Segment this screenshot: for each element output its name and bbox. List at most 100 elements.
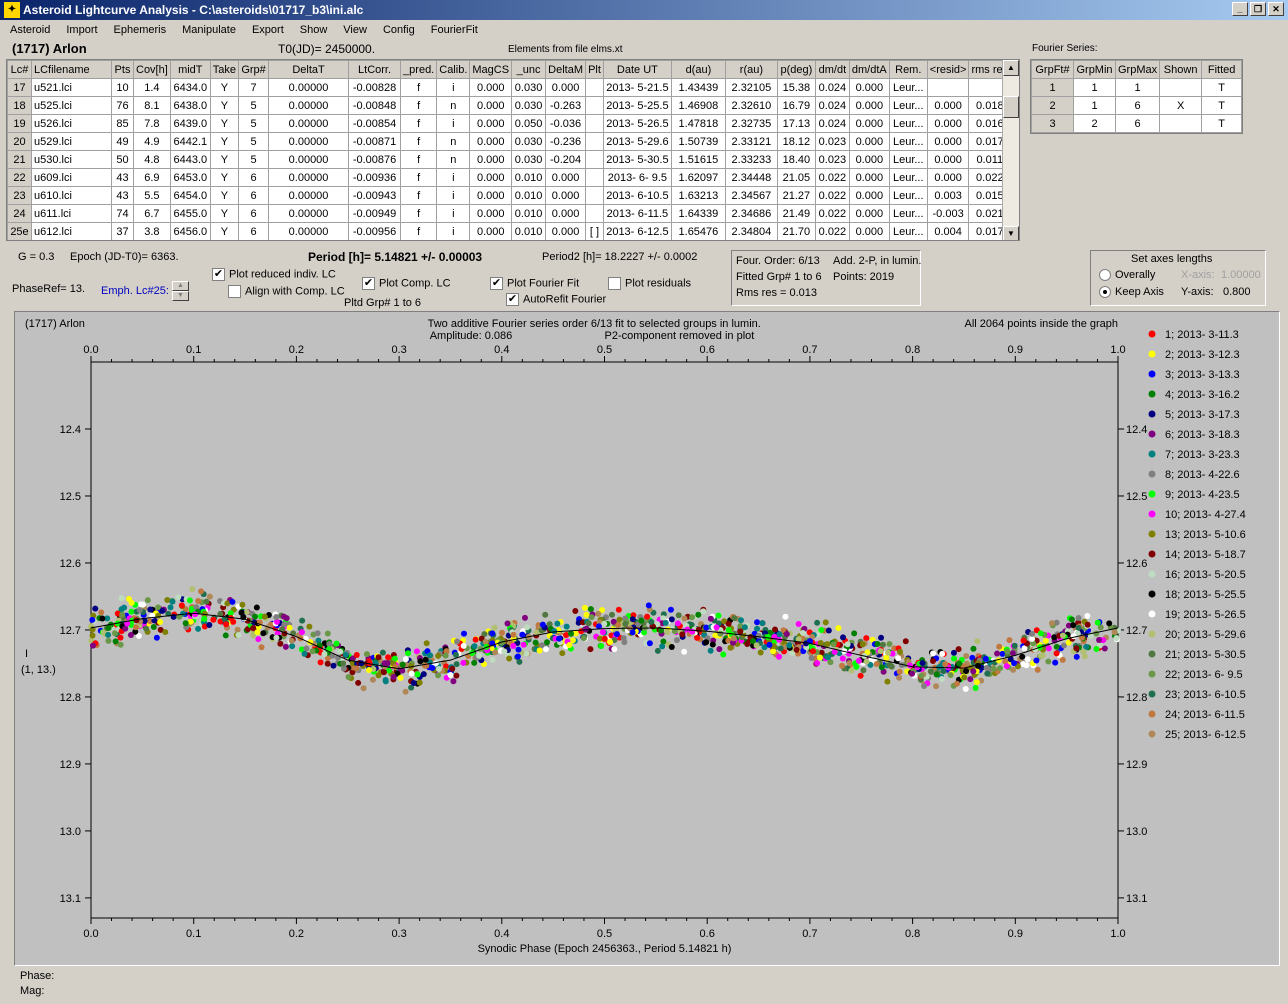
fourier-cell[interactable]: T (1201, 96, 1243, 115)
row-header[interactable]: 20 (7, 132, 32, 151)
table-cell[interactable]: 6 (238, 168, 270, 187)
scroll-thumb[interactable] (1003, 96, 1019, 118)
table-cell[interactable]: Y (209, 114, 240, 133)
table-cell[interactable]: Leur... (888, 96, 928, 115)
table-cell[interactable]: 6.9 (133, 168, 171, 187)
table-cell[interactable]: 0.003 (926, 186, 970, 205)
column-header[interactable]: midT (169, 60, 211, 79)
column-header[interactable]: GrpMin (1073, 60, 1116, 79)
table-cell[interactable]: u525.lci (31, 96, 112, 115)
table-cell[interactable]: 0.023 (814, 132, 850, 151)
table-cell[interactable]: 16.79 (776, 96, 816, 115)
autorefit-checkbox[interactable]: ✔ AutoRefit Fourier (506, 293, 606, 306)
table-cell[interactable]: 37 (111, 222, 134, 240)
table-cell[interactable]: 2013- 5-29.6 (602, 132, 672, 151)
table-cell[interactable]: 2013- 5-26.5 (602, 114, 672, 133)
column-header[interactable]: Shown (1159, 60, 1203, 79)
table-cell[interactable]: -0.263 (545, 96, 587, 115)
table-cell[interactable]: 21.49 (776, 204, 816, 223)
table-cell[interactable]: 6 (238, 222, 270, 240)
table-cell[interactable]: 5 (238, 132, 270, 151)
table-cell[interactable]: 0.022 (814, 222, 850, 240)
table-row[interactable]: 22 u609.lci 43 6.9 6453.0 Y 6 0.00000 -0.00936 f i… (7, 168, 1012, 187)
table-cell[interactable]: 0.000 (545, 204, 587, 223)
spin-down-icon[interactable]: ▼ (172, 291, 189, 301)
table-cell[interactable]: 2013- 6-10.5 (602, 186, 672, 205)
table-cell[interactable]: 0.050 (511, 114, 547, 133)
close-button[interactable]: ✕ (1268, 2, 1284, 16)
table-cell[interactable]: 0.000 (469, 222, 513, 240)
column-header[interactable]: r(au) (724, 60, 778, 79)
table-cell[interactable]: f (400, 150, 438, 169)
table-cell[interactable]: Y (209, 222, 240, 240)
table-cell[interactable]: 0.030 (511, 96, 547, 115)
table-cell[interactable]: 43 (111, 186, 134, 205)
table-cell[interactable]: 5 (238, 150, 270, 169)
table-cell[interactable]: n (436, 132, 471, 151)
column-header[interactable]: LtCorr. (348, 60, 402, 79)
table-cell[interactable]: 2013- 5-25.5 (602, 96, 672, 115)
table-cell[interactable]: Leur... (888, 204, 928, 223)
menu-view[interactable]: View (333, 22, 373, 40)
table-cell[interactable]: 0.00000 (268, 222, 350, 240)
table-cell[interactable]: 74 (111, 204, 134, 223)
table-cell[interactable]: 0.00000 (268, 168, 350, 187)
table-cell[interactable]: f (400, 168, 438, 187)
fourier-cell[interactable] (1159, 114, 1203, 133)
column-header[interactable]: DeltaT (268, 60, 350, 79)
table-cell[interactable]: 0.00000 (268, 186, 350, 205)
table-cell[interactable]: 2013- 5-21.5 (602, 78, 672, 97)
table-cell[interactable]: 6453.0 (169, 168, 211, 187)
table-cell[interactable]: 1.50739 (670, 132, 726, 151)
table-cell[interactable]: 2013- 6- 9.5 (602, 168, 672, 187)
table-cell[interactable]: u612.lci (31, 222, 112, 240)
column-header[interactable]: GrpFt# (1031, 60, 1074, 79)
column-header[interactable]: MagCS (469, 60, 513, 79)
column-header[interactable]: Grp# (238, 60, 270, 79)
table-row[interactable]: 21 u530.lci 50 4.8 6443.0 Y 5 0.00000 -0.00876 f n… (7, 150, 1012, 169)
column-header[interactable]: Plt (585, 60, 604, 79)
table-row[interactable]: 19 u526.lci 85 7.8 6439.0 Y 5 0.00000 -0.00854 f i… (7, 114, 1012, 133)
table-cell[interactable]: i (436, 168, 471, 187)
row-header[interactable]: 23 (7, 186, 32, 205)
plot-fourier-checkbox[interactable]: ✔ Plot Fourier Fit (490, 277, 579, 290)
table-cell[interactable]: i (436, 222, 471, 240)
table-cell[interactable]: Leur... (888, 186, 928, 205)
menu-asteroid[interactable]: Asteroid (0, 22, 56, 40)
table-row[interactable]: 18 u525.lci 76 8.1 6438.0 Y 5 0.00000 -0.00848 f n… (7, 96, 1012, 115)
column-header[interactable]: GrpMax (1114, 60, 1161, 79)
table-cell[interactable]: 0.024 (814, 78, 850, 97)
table-cell[interactable]: Y (209, 186, 240, 205)
table-cell[interactable]: 0.000 (545, 186, 587, 205)
fourier-cell[interactable]: 6 (1114, 114, 1161, 133)
column-header[interactable]: _unc (511, 60, 547, 79)
fourier-cell[interactable]: 2 (1073, 114, 1116, 133)
table-cell[interactable]: n (436, 96, 471, 115)
table-cell[interactable]: 50 (111, 150, 134, 169)
column-header[interactable]: Cov[h] (133, 60, 171, 79)
table-cell[interactable]: 0.000 (926, 150, 970, 169)
table-cell[interactable]: 2.32735 (724, 114, 778, 133)
table-cell[interactable]: 76 (111, 96, 134, 115)
table-cell[interactable]: Leur... (888, 114, 928, 133)
table-cell[interactable]: 2.33121 (724, 132, 778, 151)
table-cell[interactable]: -0.00949 (348, 204, 402, 223)
table-cell[interactable]: 6.7 (133, 204, 171, 223)
table-cell[interactable]: 0.010 (511, 222, 547, 240)
table-cell[interactable]: 5.5 (133, 186, 171, 205)
column-header[interactable]: <resid> (926, 60, 970, 79)
table-cell[interactable]: 17.13 (776, 114, 816, 133)
row-header[interactable]: 24 (7, 204, 32, 223)
table-cell[interactable]: 0.000 (848, 168, 890, 187)
menu-manipulate[interactable]: Manipulate (172, 22, 242, 40)
lightcurve-chart[interactable]: (1717) Arlon Two additive Fourier series … (15, 312, 1279, 965)
table-cell[interactable]: u529.lci (31, 132, 112, 151)
table-cell[interactable]: 0.022 (814, 204, 850, 223)
table-cell[interactable]: 0.022 (814, 186, 850, 205)
table-cell[interactable]: 2013- 5-30.5 (602, 150, 672, 169)
table-cell[interactable]: -0.00943 (348, 186, 402, 205)
table-cell[interactable]: 21.27 (776, 186, 816, 205)
fourier-row[interactable]: 326 T (1031, 114, 1243, 133)
table-cell[interactable]: 6443.0 (169, 150, 211, 169)
table-cell[interactable]: Y (209, 150, 240, 169)
